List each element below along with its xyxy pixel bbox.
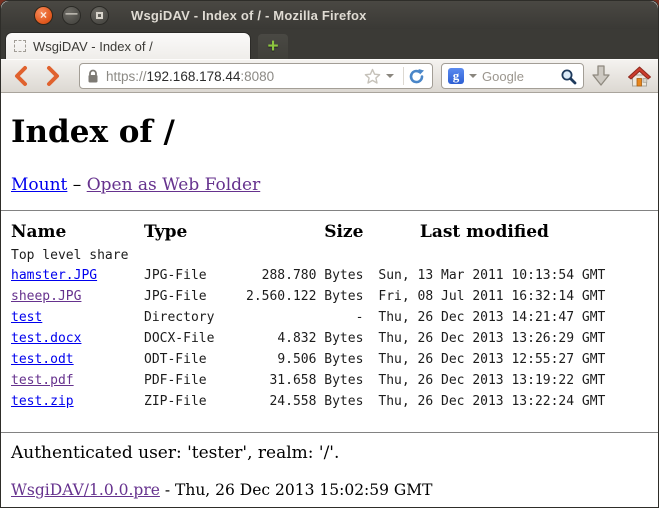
maximize-button[interactable]: [90, 6, 109, 25]
search-bar[interactable]: g Google: [441, 63, 584, 89]
default-favicon-icon: [14, 40, 26, 52]
forward-button[interactable]: [41, 65, 65, 87]
back-button[interactable]: [9, 65, 33, 87]
tab-strip: WsgiDAV - Index of / +: [1, 29, 658, 59]
file-modified: Sun, 13 Mar 2011 10:13:54 GMT: [363, 265, 605, 286]
table-row: test.docx DOCX-File4.832 BytesThu, 26 Dec…: [11, 328, 605, 349]
file-link[interactable]: sheep.JPG: [11, 289, 81, 304]
maximize-icon: [96, 12, 103, 19]
file-type: ODT-File: [144, 349, 246, 370]
header-type: Type: [144, 219, 246, 245]
table-row: test Directory-Thu, 26 Dec 2013 14:21:47 …: [11, 307, 605, 328]
file-modified: Thu, 26 Dec 2013 13:26:29 GMT: [363, 328, 605, 349]
url-dropdown-icon[interactable]: [386, 74, 394, 78]
reload-icon[interactable]: [408, 68, 425, 85]
minimize-icon: —: [66, 7, 78, 19]
firefox-window: × — WsgiDAV - Index of / - Mozilla Firef…: [0, 0, 659, 508]
url-text: https://192.168.178.44:8080: [106, 69, 364, 84]
file-size: 288.780 Bytes: [246, 265, 363, 286]
table-row: test.odt ODT-File9.506 BytesThu, 26 Dec 2…: [11, 349, 605, 370]
file-type: Directory: [144, 307, 246, 328]
table-row: hamster.JPG JPG-File288.780 BytesSun, 13 …: [11, 265, 605, 286]
file-modified: Thu, 26 Dec 2013 14:21:47 GMT: [363, 307, 605, 328]
file-link[interactable]: hamster.JPG: [11, 268, 97, 283]
new-tab-button[interactable]: +: [258, 34, 288, 59]
tab-wsgidav[interactable]: WsgiDAV - Index of /: [5, 32, 251, 59]
close-button[interactable]: ×: [34, 6, 53, 25]
wsgidav-version-link[interactable]: WsgiDAV/1.0.0.pre: [11, 481, 160, 499]
page-title: Index of /: [11, 114, 648, 150]
share-label-row: Top level share: [11, 245, 605, 265]
lock-icon: [87, 69, 99, 84]
search-input[interactable]: Google: [482, 69, 560, 84]
file-type: JPG-File: [144, 265, 246, 286]
file-type: PDF-File: [144, 370, 246, 391]
file-modified: Thu, 26 Dec 2013 13:22:24 GMT: [363, 391, 605, 412]
back-icon: [13, 65, 29, 87]
file-link[interactable]: test.odt: [11, 352, 74, 367]
window-title: WsgiDAV - Index of / - Mozilla Firefox: [131, 8, 367, 23]
url-host: 192.168.178.44: [147, 69, 241, 84]
plus-icon: +: [267, 36, 278, 58]
tab-title: WsgiDAV - Index of /: [33, 39, 153, 54]
downloads-button[interactable]: [587, 65, 615, 87]
header-name: Name: [11, 219, 144, 245]
url-port: :8080: [240, 69, 274, 84]
file-size: 31.658 Bytes: [246, 370, 363, 391]
bookmark-star-icon[interactable]: [364, 68, 381, 85]
action-links: Mount – Open as Web Folder: [11, 174, 648, 196]
download-arrow-icon: [591, 65, 611, 88]
close-icon: ×: [40, 9, 47, 21]
mount-link[interactable]: Mount: [11, 175, 67, 195]
file-link[interactable]: test.pdf: [11, 373, 74, 388]
divider: [1, 432, 658, 433]
file-size: 24.558 Bytes: [246, 391, 363, 412]
page-content: Index of / Mount – Open as Web Folder Na…: [1, 93, 658, 507]
home-icon: [627, 65, 652, 88]
file-type: DOCX-File: [144, 328, 246, 349]
share-label: Top level share: [11, 245, 605, 265]
server-footer: WsgiDAV/1.0.0.pre - Thu, 26 Dec 2013 15:…: [11, 481, 648, 499]
search-engine-dropdown-icon[interactable]: [469, 74, 477, 78]
title-bar: × — WsgiDAV - Index of / - Mozilla Firef…: [1, 1, 658, 29]
search-icon[interactable]: [560, 68, 577, 85]
file-type: JPG-File: [144, 286, 246, 307]
minimize-button[interactable]: —: [62, 6, 81, 25]
divider: [403, 67, 404, 85]
window-controls: × —: [34, 6, 109, 25]
footer-timestamp: - Thu, 26 Dec 2013 15:02:59 GMT: [160, 481, 433, 499]
file-size: 2.560.122 Bytes: [246, 286, 363, 307]
file-link[interactable]: test: [11, 310, 42, 325]
url-bar[interactable]: https://192.168.178.44:8080: [79, 63, 433, 89]
file-type: ZIP-File: [144, 391, 246, 412]
file-size: -: [246, 307, 363, 328]
table-row: sheep.JPG JPG-File2.560.122 BytesFri, 08 …: [11, 286, 605, 307]
auth-status: Authenticated user: 'tester', realm: '/'…: [11, 443, 648, 463]
file-modified: Fri, 08 Jul 2011 16:32:14 GMT: [363, 286, 605, 307]
divider: [1, 210, 658, 211]
nav-toolbar: https://192.168.178.44:8080 g Google: [1, 59, 658, 93]
file-size: 4.832 Bytes: [246, 328, 363, 349]
link-separator: –: [67, 175, 86, 195]
open-web-folder-link[interactable]: Open as Web Folder: [87, 175, 261, 195]
file-size: 9.506 Bytes: [246, 349, 363, 370]
file-modified: Thu, 26 Dec 2013 13:19:22 GMT: [363, 370, 605, 391]
table-row: test.zip ZIP-File24.558 BytesThu, 26 Dec …: [11, 391, 605, 412]
url-scheme: https://: [106, 69, 147, 84]
table-header-row: Name Type Size Last modified: [11, 219, 605, 245]
forward-icon: [45, 65, 61, 87]
header-modified: Last modified: [363, 219, 605, 245]
file-listing-table: Name Type Size Last modified Top level s…: [11, 219, 605, 412]
file-link[interactable]: test.docx: [11, 331, 81, 346]
header-size: Size: [246, 219, 363, 245]
table-row: test.pdf PDF-File31.658 BytesThu, 26 Dec …: [11, 370, 605, 391]
file-modified: Thu, 26 Dec 2013 12:55:27 GMT: [363, 349, 605, 370]
google-favicon-icon: g: [448, 68, 464, 84]
home-button[interactable]: [624, 65, 654, 87]
file-link[interactable]: test.zip: [11, 394, 74, 409]
